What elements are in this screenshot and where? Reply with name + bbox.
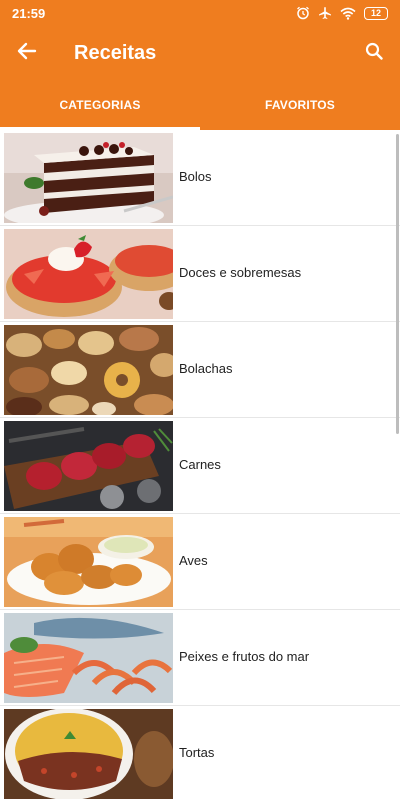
page-title: Receitas	[74, 42, 157, 64]
category-item-doces-e-sobremesas[interactable]: Doces e sobremesas	[0, 226, 400, 322]
category-image-cookies	[4, 325, 173, 415]
status-time: 21:59	[12, 5, 46, 21]
wifi-icon	[340, 7, 356, 20]
category-item-carnes[interactable]: Carnes	[0, 418, 400, 514]
battery-level: 12	[370, 7, 381, 18]
status-bar: 21:59 12	[0, 0, 400, 26]
tab-label: FAVORITOS	[264, 98, 336, 112]
category-image-salmon-and-shrimp	[4, 613, 173, 703]
tab-favoritos[interactable]: FAVORITOS	[200, 80, 400, 130]
alarm-icon	[296, 6, 310, 20]
search-button[interactable]	[360, 39, 388, 67]
category-image-strawberry-tart	[4, 229, 173, 319]
category-label: Carnes	[179, 457, 221, 472]
arrow-left-icon	[17, 42, 37, 65]
category-image-savory-pie	[4, 709, 173, 799]
app-bar: Receitas	[0, 26, 400, 80]
category-list: Bolos Doces e sobremesas Bolachas Carnes…	[0, 130, 400, 800]
category-label: Peixes e frutos do mar	[179, 649, 310, 664]
category-label: Doces e sobremesas	[179, 265, 302, 280]
category-label: Tortas	[179, 745, 215, 760]
category-image-fried-chicken	[4, 517, 173, 607]
category-item-aves[interactable]: Aves	[0, 514, 400, 610]
list-scrollbar[interactable]	[396, 134, 399, 434]
category-item-peixes-e-frutos-do-mar[interactable]: Peixes e frutos do mar	[0, 610, 400, 706]
airplane-mode-icon	[318, 6, 332, 20]
category-item-bolos[interactable]: Bolos	[0, 130, 400, 226]
category-image-cake	[4, 133, 173, 223]
category-image-raw-steaks	[4, 421, 173, 511]
category-item-bolachas[interactable]: Bolachas	[0, 322, 400, 418]
tab-label: CATEGORIAS	[59, 98, 141, 112]
category-label: Aves	[179, 553, 208, 568]
category-item-tortas[interactable]: Tortas	[0, 706, 400, 800]
category-label: Bolachas	[179, 361, 233, 376]
app-screen: 21:59 12 Receitas CATEGORIAS FAVORITOS B…	[0, 0, 400, 800]
back-button[interactable]	[12, 39, 42, 67]
tab-categorias[interactable]: CATEGORIAS	[0, 80, 200, 130]
status-icons: 12	[296, 6, 388, 20]
battery-icon: 12	[364, 6, 388, 20]
category-label: Bolos	[179, 169, 212, 184]
search-icon	[365, 42, 383, 65]
tab-bar: CATEGORIAS FAVORITOS	[0, 80, 400, 130]
